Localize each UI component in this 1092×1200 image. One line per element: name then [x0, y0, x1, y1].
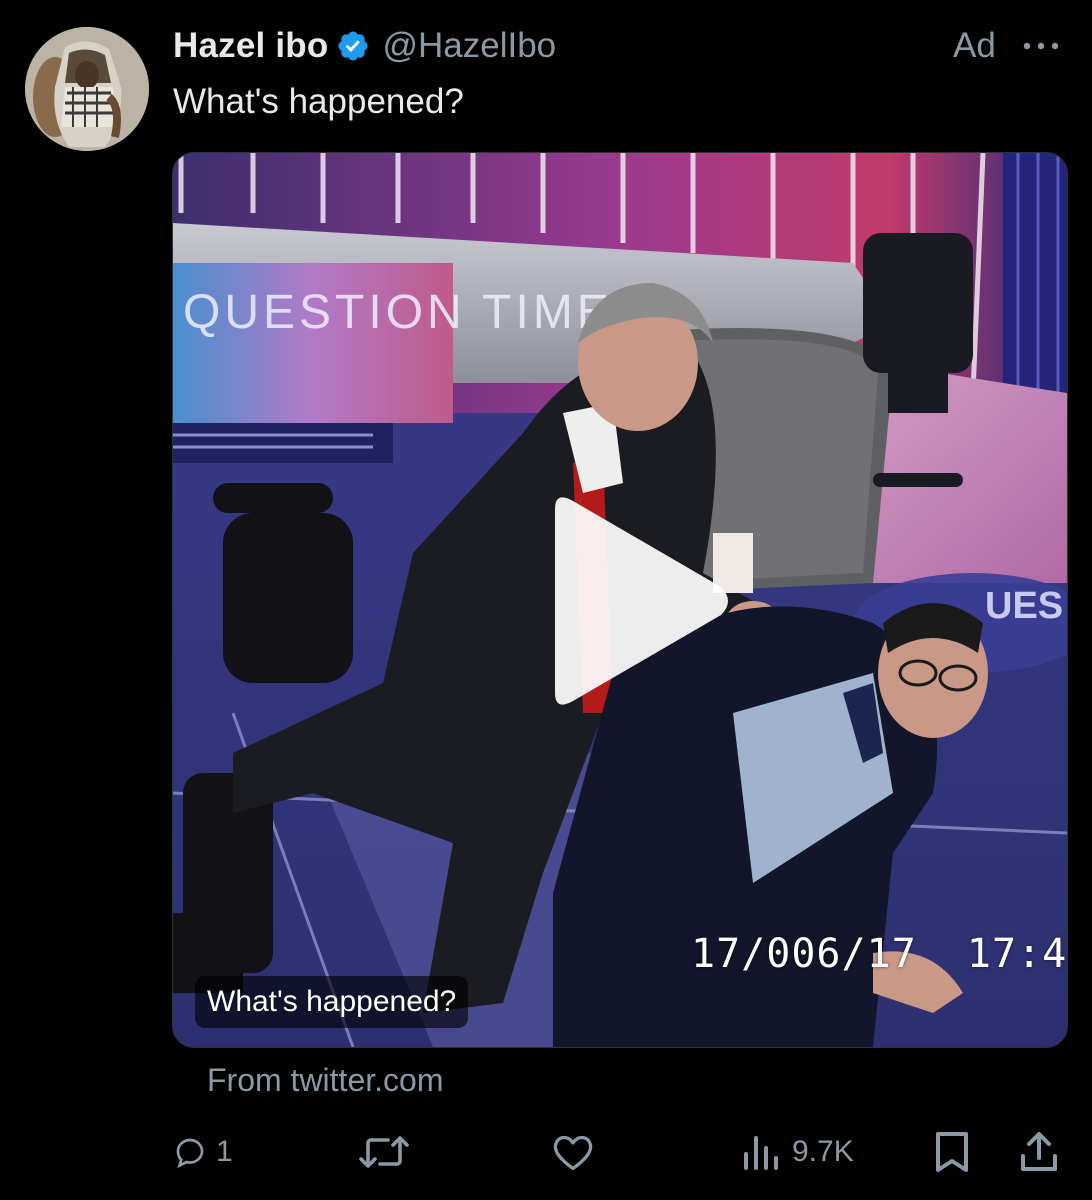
media-caption: What's happened? [195, 976, 469, 1028]
reply-icon [176, 1138, 204, 1169]
set-sign-text: QUESTION TIME [183, 286, 613, 339]
display-name[interactable]: Hazel ibo [173, 26, 328, 66]
handle[interactable]: @HazelIbo [382, 26, 556, 66]
share-button[interactable] [1018, 1122, 1060, 1182]
source-link[interactable]: From twitter.com [207, 1060, 443, 1100]
action-bar: 1 9.7K [0, 1122, 1092, 1182]
views-icon [744, 1136, 778, 1170]
floor-logo-text: UES [985, 585, 1063, 627]
play-button[interactable] [543, 491, 733, 711]
reply-button[interactable]: 1 [172, 1122, 233, 1182]
more-icon[interactable] [1019, 33, 1063, 59]
tweet-text: What's happened? [173, 82, 464, 121]
views-button[interactable]: 9.7K [740, 1122, 854, 1182]
video-timestamp: 17/006/17 17:45 [691, 931, 1068, 977]
avatar[interactable] [25, 27, 149, 151]
views-count: 9.7K [792, 1135, 854, 1168]
like-button[interactable] [550, 1122, 604, 1182]
like-icon [553, 1135, 593, 1170]
ad-label: Ad [953, 26, 996, 65]
bookmark-button[interactable] [932, 1122, 972, 1182]
play-icon [555, 497, 728, 705]
verified-badge-icon [336, 29, 370, 63]
reply-count: 1 [216, 1135, 233, 1168]
video-player[interactable]: QUESTION TIME UES 17/006/17 17:45 What's… [172, 152, 1068, 1048]
share-icon [1021, 1132, 1057, 1171]
avatar-image [25, 27, 149, 151]
retweet-button[interactable] [356, 1122, 420, 1182]
bookmark-icon [936, 1132, 968, 1172]
tweet: Hazel ibo @HazelIbo Ad What's happened? [0, 0, 1092, 1200]
tweet-header: Hazel ibo @HazelIbo [173, 24, 556, 68]
retweet-icon [359, 1136, 409, 1168]
